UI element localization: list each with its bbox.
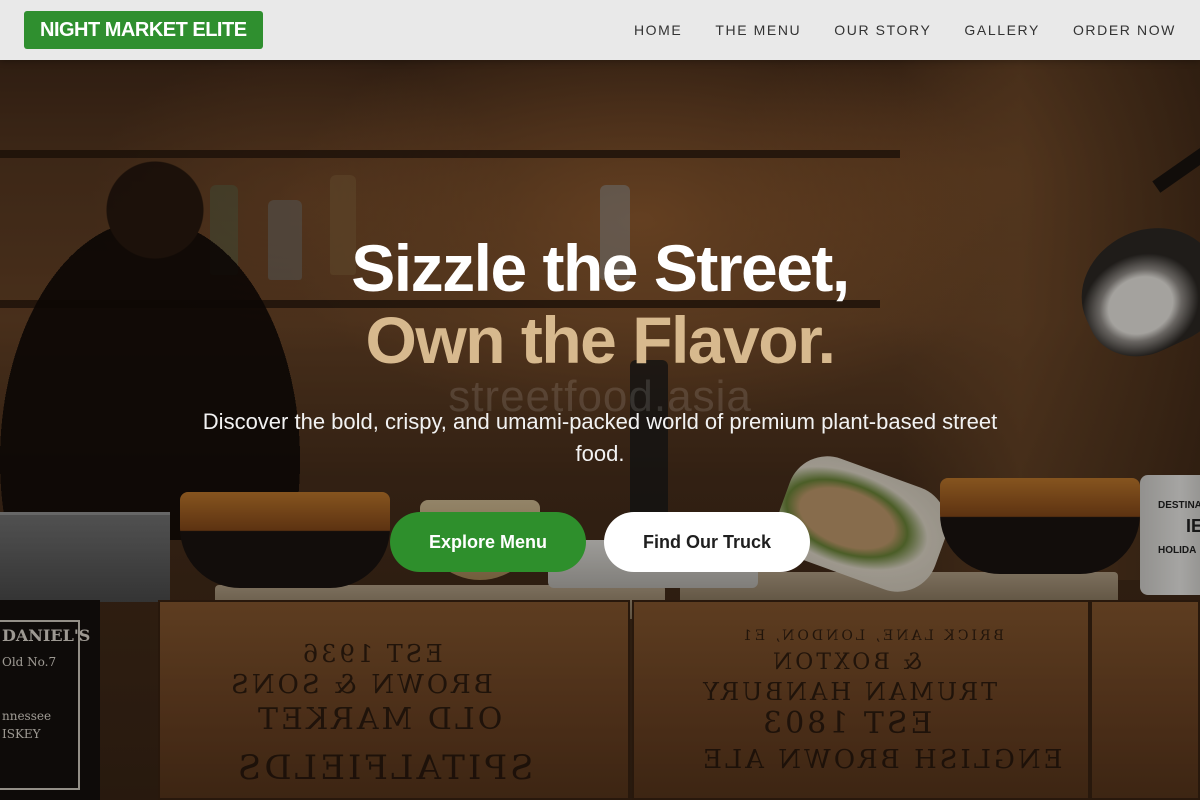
hero-content: Sizzle the Street, Own the Flavor. Disco…	[0, 232, 1200, 572]
nav-links: HOME THE MENU OUR STORY GALLERY ORDER NO…	[634, 22, 1176, 38]
explore-menu-button[interactable]: Explore Menu	[390, 512, 586, 572]
nav-link-order-now[interactable]: ORDER NOW	[1073, 22, 1176, 38]
hero-cta-row: Explore Menu Find Our Truck	[0, 512, 1200, 572]
nav-link-menu[interactable]: THE MENU	[715, 22, 801, 38]
hero-headline-line-1: Sizzle the Street,	[351, 231, 850, 305]
hero-headline-line-2: Own the Flavor.	[365, 303, 836, 377]
nav-link-our-story[interactable]: OUR STORY	[834, 22, 931, 38]
nav-link-gallery[interactable]: GALLERY	[964, 22, 1040, 38]
brand-logo[interactable]: NIGHT MARKET ELITE	[24, 11, 263, 49]
hero-subtitle: Discover the bold, crispy, and umami-pac…	[202, 409, 998, 466]
top-navbar: NIGHT MARKET ELITE HOME THE MENU OUR STO…	[0, 0, 1200, 60]
nav-link-home[interactable]: HOME	[634, 22, 682, 38]
find-our-truck-button[interactable]: Find Our Truck	[604, 512, 810, 572]
hero-headline: Sizzle the Street, Own the Flavor.	[0, 232, 1200, 376]
